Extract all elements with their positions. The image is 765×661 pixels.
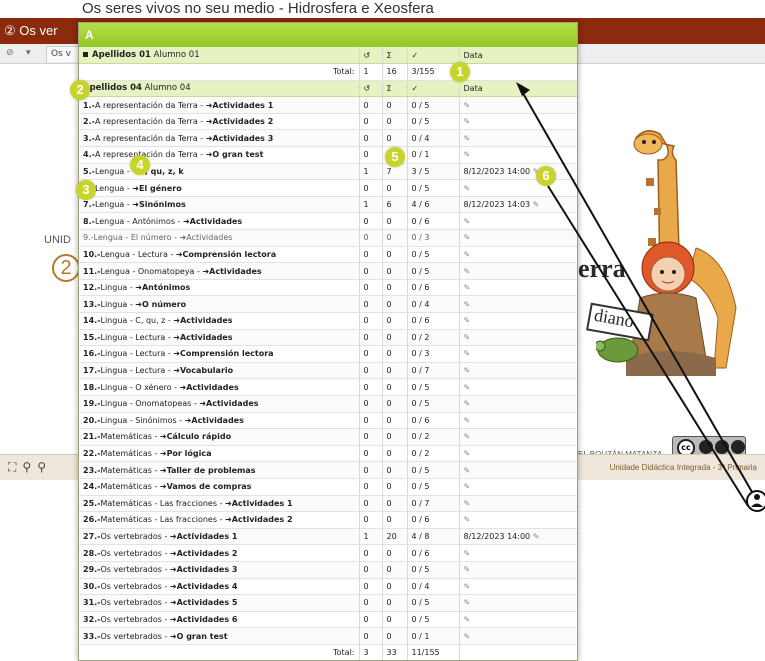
annotation-arrowhead-1: [516, 82, 530, 96]
annotation-lines: [516, 82, 753, 507]
user-icon[interactable]: [746, 484, 765, 518]
annotation-line-1: [519, 87, 753, 493]
annotation-line-6: [547, 185, 749, 507]
